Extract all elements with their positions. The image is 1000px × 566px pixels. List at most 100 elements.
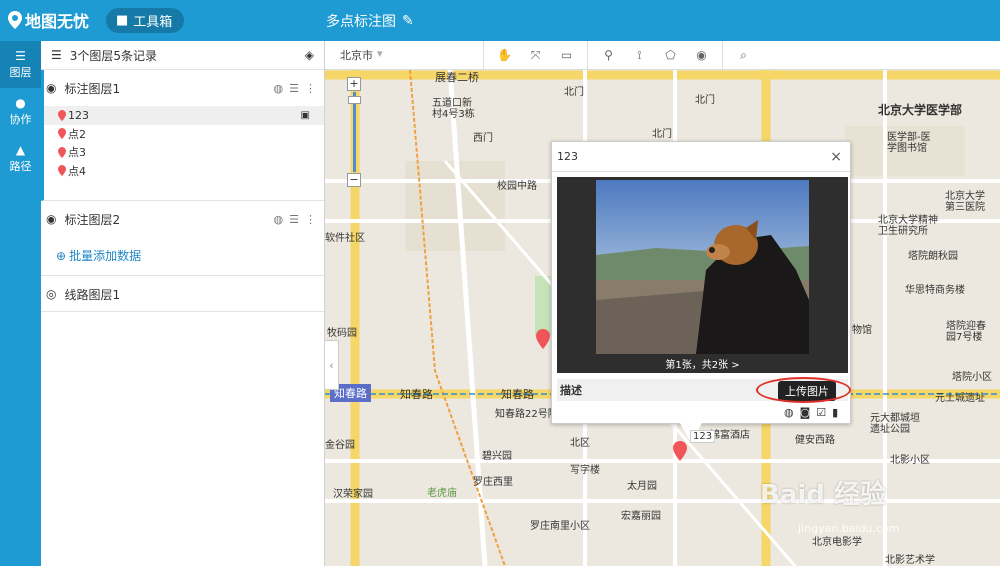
description-label: 描述	[560, 384, 582, 397]
rail-item-route[interactable]: ▲ 路径	[0, 135, 41, 182]
top-bar: 地图无忧 ■ 工具箱 多点标注图 ✎	[0, 0, 1000, 41]
layer-panel: ☰ 3个图层5条记录 ◈ ◉ 标注图层1 ◍ ☰ ⋮ 123 ▣ 点2 点3 点…	[41, 41, 325, 566]
layer-name: 标注图层2	[64, 212, 121, 227]
layer-title-row[interactable]: ◉ 标注图层2 ◍ ☰ ⋮	[41, 201, 324, 237]
map-pin-icon[interactable]	[536, 329, 550, 349]
list-icon[interactable]: ☰	[289, 213, 299, 226]
map-label: 太月园	[627, 481, 657, 492]
map-pin-icon	[58, 128, 66, 140]
photo-image[interactable]	[596, 180, 809, 354]
photo-pager[interactable]: 第1张，共2张 >	[557, 356, 848, 371]
hand-pan-icon[interactable]: ✋	[496, 47, 513, 64]
map-label: 健安西路	[795, 435, 835, 446]
map-label: 园7号楼	[946, 332, 983, 343]
layer-name: 标注图层1	[64, 81, 121, 96]
map-label: 西门	[473, 133, 493, 144]
rail-item-layers[interactable]: ☰ 图层	[0, 41, 41, 88]
map-title[interactable]: 多点标注图 ✎	[326, 11, 414, 31]
map-label: 罗庄南里小区	[530, 521, 590, 532]
image-icon[interactable]: ▣	[301, 110, 310, 121]
map-pin-icon[interactable]	[673, 441, 687, 461]
map-label: 汉荣家园	[333, 489, 373, 500]
map-label: 校园中路	[497, 181, 537, 192]
city-label: 北京市	[340, 49, 373, 62]
map-label: 北影小区	[890, 455, 930, 466]
map-pin-icon	[58, 146, 66, 158]
point-name: 点2	[68, 127, 86, 141]
rail-item-collab[interactable]: ● 协作	[0, 88, 41, 135]
layer-title-row[interactable]: ◉ 标注图层1 ◍ ☰ ⋮	[44, 70, 324, 106]
point-item[interactable]: 点4	[44, 162, 324, 181]
list-icon[interactable]: ☰	[289, 82, 299, 95]
popup-actions: ◍ ◙ ☑ ▮	[784, 406, 838, 419]
layer-item: ◎ 线路图层1	[41, 276, 324, 312]
point-item[interactable]: 点2	[44, 125, 324, 144]
map-title-text: 多点标注图	[326, 14, 396, 30]
rail-label: 路径	[9, 159, 32, 173]
eye-icon[interactable]: ◉	[46, 212, 56, 226]
circle-icon[interactable]: ◉	[693, 47, 710, 64]
zoom-control: + −	[347, 77, 361, 187]
close-icon[interactable]: ×	[830, 149, 842, 165]
watermark-url: jingyan.baidu.com	[798, 522, 900, 535]
map-label: 北影艺术学	[885, 555, 935, 566]
map-label: 牧码园	[327, 328, 357, 339]
polygon-icon[interactable]: ⬠	[662, 47, 679, 64]
highlight-ring	[756, 377, 851, 403]
map-label: 老虎庙	[427, 488, 457, 499]
palette-icon[interactable]: ◍	[784, 406, 794, 419]
map-label: 遗址公园	[870, 424, 910, 435]
more-icon[interactable]: ⋮	[305, 82, 316, 95]
layer-item: ◉ 标注图层2 ◍ ☰ ⋮ ⊕ 批量添加数据	[41, 201, 324, 276]
popup-header: 123 ×	[552, 142, 850, 172]
map-label: 写字楼	[570, 465, 600, 476]
app-logo[interactable]: 地图无忧	[8, 8, 89, 32]
eye-slash-icon[interactable]: ◎	[46, 287, 56, 301]
layers-stack-icon[interactable]: ◈	[305, 48, 314, 62]
ruler-icon[interactable]: ▭	[558, 47, 575, 64]
map-label: 知春路22号院	[495, 409, 558, 420]
map-label: 宏嘉丽园	[621, 511, 661, 522]
camera-icon[interactable]: ◙	[800, 406, 811, 419]
layer-title-row[interactable]: ◎ 线路图层1	[41, 276, 324, 312]
user-icon: ●	[15, 95, 26, 110]
photo-gallery: 第1张，共2张 >	[557, 177, 848, 373]
map-label: 北区	[570, 438, 590, 449]
search-icon[interactable]: ⌕	[735, 47, 752, 64]
toolbox-label: 工具箱	[133, 15, 173, 30]
map-label: 罗庄西里	[473, 477, 513, 488]
marker-icon[interactable]: ⚲	[600, 47, 617, 64]
polyline-icon[interactable]: ⟟	[631, 47, 648, 64]
city-select[interactable]: 北京市 ▾	[325, 47, 397, 63]
toolbox-button[interactable]: ■ 工具箱	[106, 8, 185, 33]
globe-icon[interactable]: ◍	[274, 82, 284, 95]
batch-add-link[interactable]: ⊕ 批量添加数据	[41, 237, 324, 274]
marker-label: 123	[690, 430, 716, 443]
map-label: 北门	[652, 129, 672, 140]
point-item[interactable]: 点3	[44, 143, 324, 162]
collapse-panel-button[interactable]: ‹	[325, 340, 339, 390]
eye-icon[interactable]: ◉	[46, 81, 56, 95]
more-icon[interactable]: ⋮	[305, 213, 316, 226]
point-name: 点4	[68, 164, 86, 178]
zoom-in-button[interactable]: +	[347, 77, 361, 91]
map-label: 塔院朗秋园	[908, 251, 958, 262]
rail-label: 图层	[9, 65, 32, 79]
zoom-out-button[interactable]: −	[347, 173, 361, 187]
map-label: 村4号3栋	[432, 109, 475, 120]
list-icon: ☰	[51, 48, 62, 62]
fullscreen-icon[interactable]: ⤧	[527, 47, 544, 64]
map-pin-icon	[58, 109, 66, 121]
map-label: 华思特商务楼	[905, 285, 965, 296]
zoom-slider[interactable]	[347, 92, 361, 172]
point-item[interactable]: 123 ▣	[44, 106, 324, 125]
edit-icon[interactable]: ☑	[816, 406, 826, 419]
edit-pencil-icon[interactable]: ✎	[402, 13, 414, 29]
trash-icon[interactable]: ▮	[832, 406, 838, 419]
point-name: 123	[68, 108, 89, 122]
map-toolbar: 北京市 ▾ ✋ ⤧ ▭ ⚲ ⟟ ⬠ ◉ ⌕	[325, 41, 1000, 70]
zoom-slider-knob[interactable]	[347, 96, 361, 104]
map-label: 卫生研究所	[878, 226, 928, 237]
point-name: 点3	[68, 146, 86, 160]
globe-icon[interactable]: ◍	[274, 213, 284, 226]
